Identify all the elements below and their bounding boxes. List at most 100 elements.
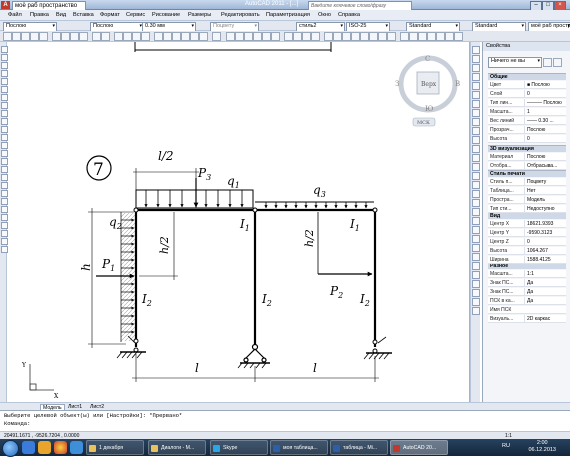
menu-dimension[interactable]: Размеры bbox=[188, 12, 211, 18]
new-icon[interactable] bbox=[3, 32, 12, 41]
draw-tool-icon[interactable] bbox=[1, 54, 8, 61]
zoom-realtime-icon[interactable] bbox=[123, 32, 132, 41]
section-plot-style[interactable]: Стиль печати bbox=[488, 170, 566, 177]
modify-tool-icon[interactable] bbox=[472, 73, 480, 81]
draw-tool-icon[interactable] bbox=[1, 190, 8, 197]
property-row[interactable]: Визуаль... 2D каркас bbox=[488, 315, 566, 323]
property-value[interactable]: Да bbox=[524, 288, 564, 296]
property-row[interactable]: Знак ПС... Да bbox=[488, 279, 566, 287]
property-value[interactable]: 1 bbox=[524, 108, 564, 116]
zoom-previous-icon[interactable] bbox=[141, 32, 150, 41]
modify-tool-icon[interactable] bbox=[472, 82, 480, 90]
property-row[interactable]: Простра... Модель bbox=[488, 196, 566, 204]
draw-tool-icon[interactable] bbox=[1, 214, 8, 221]
print-icon[interactable] bbox=[30, 32, 39, 41]
modify-tool-icon[interactable] bbox=[472, 253, 480, 261]
folder-pin-icon[interactable] bbox=[38, 441, 51, 454]
section-3d-visualization[interactable]: 3D визуализация bbox=[488, 145, 566, 152]
hatch-icon[interactable] bbox=[271, 32, 280, 41]
start-button[interactable] bbox=[2, 440, 19, 457]
property-value[interactable]: 18621.9393 bbox=[524, 220, 564, 228]
draw-tool-icon[interactable] bbox=[1, 206, 8, 213]
osnap-endpoint-icon[interactable] bbox=[400, 32, 409, 41]
explode-icon[interactable] bbox=[387, 32, 396, 41]
paste-icon[interactable] bbox=[70, 32, 79, 41]
property-row[interactable]: Таблица... Нет bbox=[488, 187, 566, 195]
section-view[interactable]: Вид bbox=[488, 212, 566, 219]
menu-view[interactable]: Вид bbox=[56, 12, 66, 18]
property-row[interactable]: Центр X 18621.9393 bbox=[488, 220, 566, 228]
dimlinear-icon[interactable] bbox=[293, 32, 302, 41]
property-row[interactable]: Вес линий —— 0.30 ... bbox=[488, 117, 566, 125]
modify-tool-icon[interactable] bbox=[472, 145, 480, 153]
properties-icon[interactable] bbox=[154, 32, 163, 41]
menu-draw[interactable]: Рисование bbox=[152, 12, 180, 18]
property-row[interactable]: Стиль п... Поцвету bbox=[488, 178, 566, 186]
property-row[interactable]: Высота 0 bbox=[488, 135, 566, 143]
taskbar-task[interactable]: моя таблица... bbox=[270, 440, 328, 455]
taskbar-task[interactable]: 1 декабря bbox=[86, 440, 144, 455]
mirror-icon[interactable] bbox=[369, 32, 378, 41]
rotate-icon[interactable] bbox=[333, 32, 342, 41]
modify-tool-icon[interactable] bbox=[472, 217, 480, 225]
property-row[interactable]: Цвет ■ Послою bbox=[488, 81, 566, 89]
modify-tool-icon[interactable] bbox=[472, 109, 480, 117]
modify-tool-icon[interactable] bbox=[472, 190, 480, 198]
trim-icon[interactable] bbox=[342, 32, 351, 41]
property-value[interactable]: 1588.4125 bbox=[524, 256, 564, 264]
section-general[interactable]: Общие bbox=[488, 73, 566, 80]
toolpalettes-icon[interactable] bbox=[172, 32, 181, 41]
property-value[interactable]: Да bbox=[524, 279, 564, 287]
markup-icon[interactable] bbox=[190, 32, 199, 41]
draw-tool-icon[interactable] bbox=[1, 126, 8, 133]
menu-parametric[interactable]: Параметризация bbox=[266, 12, 310, 18]
property-value[interactable]: -9590.3123 bbox=[524, 229, 564, 237]
menu-file[interactable]: Файл bbox=[8, 12, 22, 18]
offset-icon[interactable] bbox=[360, 32, 369, 41]
modify-tool-icon[interactable] bbox=[472, 226, 480, 234]
modify-tool-icon[interactable] bbox=[472, 235, 480, 243]
save-icon[interactable] bbox=[21, 32, 30, 41]
dimangular-icon[interactable] bbox=[311, 32, 320, 41]
taskbar-task[interactable]: Диалоги - М... bbox=[148, 440, 206, 455]
draw-tool-icon[interactable] bbox=[1, 134, 8, 141]
osnap-intersection-icon[interactable] bbox=[427, 32, 436, 41]
modify-tool-icon[interactable] bbox=[472, 55, 480, 63]
help-icon[interactable] bbox=[212, 32, 221, 41]
redo-icon[interactable] bbox=[101, 32, 110, 41]
modify-tool-icon[interactable] bbox=[472, 163, 480, 171]
open-icon[interactable] bbox=[12, 32, 21, 41]
modify-tool-icon[interactable] bbox=[472, 244, 480, 252]
menu-window[interactable]: Окно bbox=[318, 12, 331, 18]
modify-tool-icon[interactable] bbox=[472, 127, 480, 135]
draw-tool-icon[interactable] bbox=[1, 118, 8, 125]
osnap-perpendicular-icon[interactable] bbox=[436, 32, 445, 41]
modify-tool-icon[interactable] bbox=[472, 172, 480, 180]
osnap-nearest-icon[interactable] bbox=[445, 32, 454, 41]
draw-tool-icon[interactable] bbox=[1, 222, 8, 229]
draw-tool-icon[interactable] bbox=[1, 238, 8, 245]
sheetset-icon[interactable] bbox=[181, 32, 190, 41]
property-value[interactable]: Отбрасыва... bbox=[524, 162, 564, 170]
osnap-settings-icon[interactable] bbox=[454, 32, 463, 41]
draw-tool-icon[interactable] bbox=[1, 166, 8, 173]
selection-combo[interactable]: Ничего не вы bbox=[488, 57, 542, 68]
preview-icon[interactable] bbox=[39, 32, 48, 41]
modify-tool-icon[interactable] bbox=[472, 289, 480, 297]
property-row[interactable]: Центр Y -9590.3123 bbox=[488, 229, 566, 237]
modify-tool-icon[interactable] bbox=[472, 64, 480, 72]
dimaligned-icon[interactable] bbox=[302, 32, 311, 41]
clock[interactable]: 2:00 06.12.2013 bbox=[528, 440, 556, 454]
menu-help[interactable]: Справка bbox=[338, 12, 360, 18]
draw-tool-icon[interactable] bbox=[1, 174, 8, 181]
chrome-pin-icon[interactable] bbox=[54, 441, 67, 454]
draw-tool-icon[interactable] bbox=[1, 94, 8, 101]
modify-tool-icon[interactable] bbox=[472, 46, 480, 54]
menu-modify[interactable]: Редактировать bbox=[221, 12, 260, 18]
media-pin-icon[interactable] bbox=[70, 441, 83, 454]
polyline-icon[interactable] bbox=[235, 32, 244, 41]
draw-tool-icon[interactable] bbox=[1, 78, 8, 85]
property-value[interactable]: Модель bbox=[524, 196, 564, 204]
circle-icon[interactable] bbox=[244, 32, 253, 41]
draw-tool-icon[interactable] bbox=[1, 46, 8, 53]
